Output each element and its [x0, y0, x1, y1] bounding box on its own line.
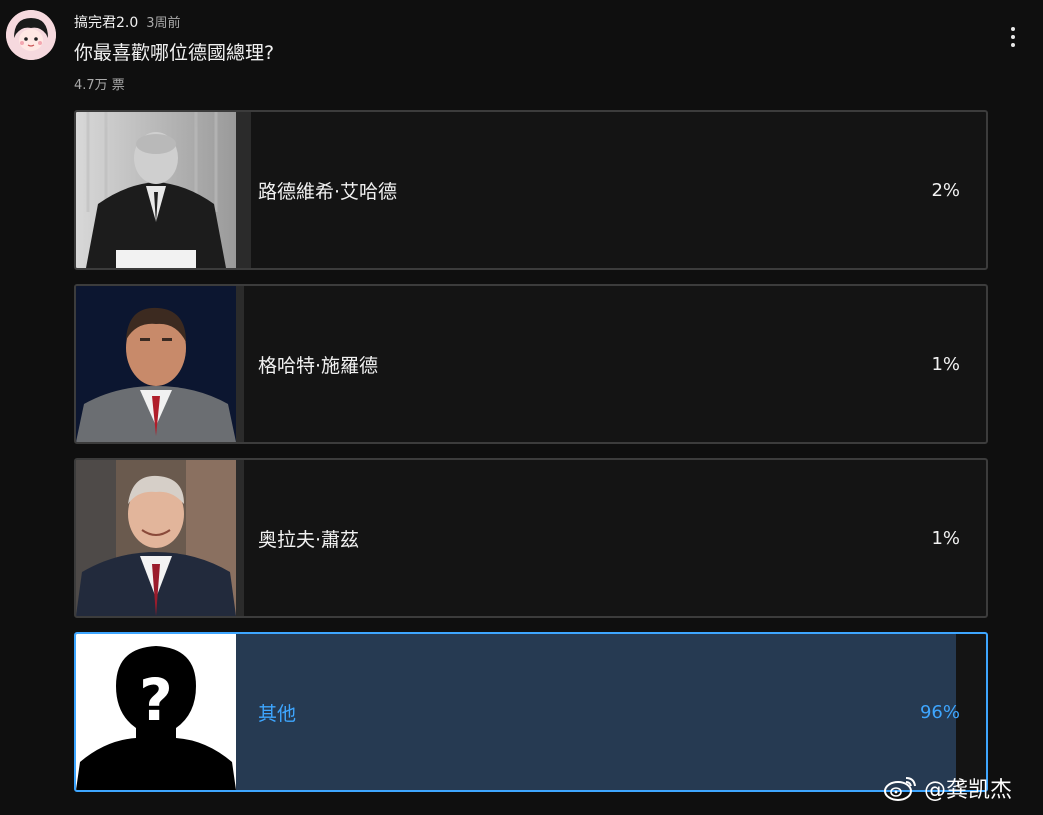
option-result-bar: [236, 460, 244, 616]
option-photo: [76, 112, 236, 268]
more-vertical-icon[interactable]: [998, 22, 1028, 52]
svg-text:?: ?: [139, 666, 173, 734]
option-label: 其他: [258, 702, 297, 725]
poll-option[interactable]: 路德維希·艾哈德 2%: [74, 110, 988, 270]
poll-option[interactable]: 格哈特·施羅德 1%: [74, 284, 988, 444]
dot: [1011, 27, 1015, 31]
option-percent: 1%: [931, 527, 960, 549]
watermark-text: @龚凯杰: [924, 778, 1013, 803]
option-percent: 1%: [931, 353, 960, 375]
post-header: 搞完君2.0 3周前: [74, 12, 181, 32]
option-label: 路德維希·艾哈德: [258, 180, 398, 203]
option-percent: 96%: [919, 701, 960, 723]
weibo-icon: [884, 777, 916, 801]
poll-question: 你最喜歡哪位德國總理?: [74, 42, 275, 64]
poll-option-selected[interactable]: ? 其他 96%: [74, 632, 988, 792]
dot: [1011, 43, 1015, 47]
avatar-icon: [6, 10, 56, 60]
option-result-bar: [236, 112, 251, 268]
dot: [1011, 35, 1015, 39]
avatar[interactable]: [6, 10, 56, 60]
option-result-bar: [236, 634, 956, 790]
watermark: @龚凯杰: [884, 772, 1012, 804]
poll-post: 搞完君2.0 3周前 你最喜歡哪位德國總理? 4.7万 票 路德維希·艾哈德 2…: [0, 0, 1043, 815]
option-photo: ?: [76, 634, 236, 790]
option-result-bar: [236, 286, 244, 442]
option-photo: [76, 286, 236, 442]
option-percent: 2%: [931, 179, 960, 201]
post-time[interactable]: 3周前: [146, 12, 180, 31]
author-name[interactable]: 搞完君2.0: [74, 12, 138, 32]
option-label: 格哈特·施羅德: [258, 354, 379, 377]
poll-option[interactable]: 奥拉夫·蕭茲 1%: [74, 458, 988, 618]
option-photo: [76, 460, 236, 616]
vote-count: 4.7万 票: [74, 78, 125, 93]
poll-options: 路德維希·艾哈德 2% 格哈特·施羅德 1% 奥拉夫·蕭茲 1% ? 其他 96…: [74, 110, 988, 806]
option-label: 奥拉夫·蕭茲: [258, 528, 360, 551]
